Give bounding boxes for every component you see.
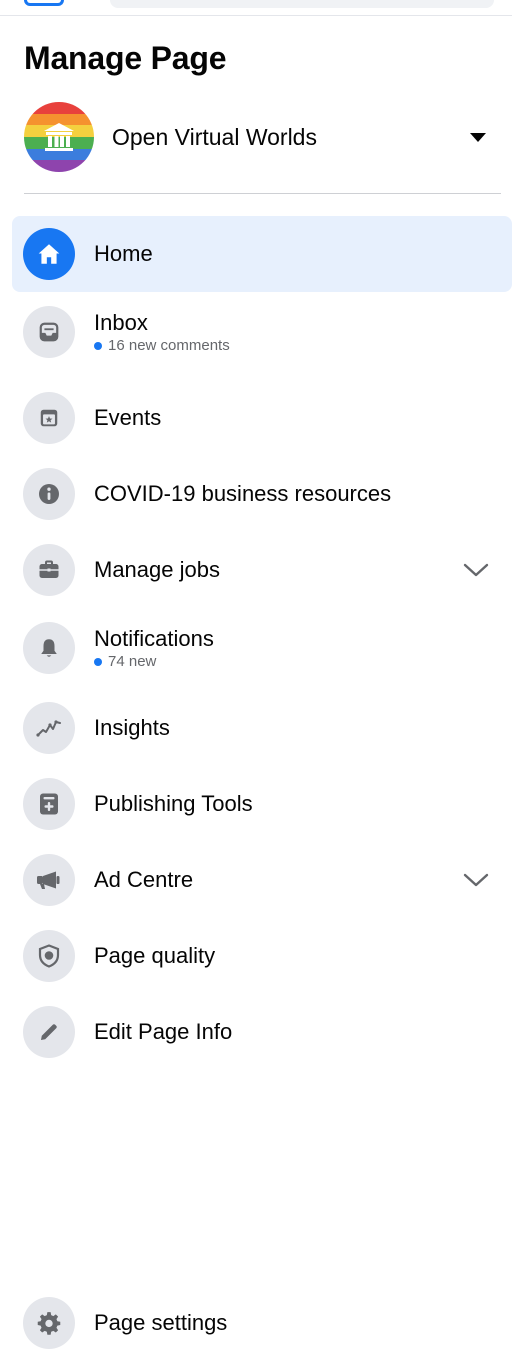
sidebar-item-label: Inbox [94, 310, 148, 335]
page-name: Open Virtual Worlds [112, 123, 317, 150]
sidebar-item-publishing-tools[interactable]: Publishing Tools [12, 766, 512, 842]
calendar-icon [23, 392, 75, 444]
info-icon [23, 468, 75, 520]
chart-icon [23, 702, 75, 754]
sidebar-item-manage-jobs[interactable]: Manage jobs [12, 532, 512, 608]
sidebar-item-home[interactable]: Home [12, 216, 512, 292]
logo-icon[interactable] [24, 0, 64, 6]
page-switcher[interactable]: Open Virtual Worlds [12, 96, 502, 178]
sidebar-item-label: Events [94, 405, 162, 430]
page-settings-item[interactable]: Page settings [12, 1285, 512, 1361]
sidebar-item-label: Edit Page Info [94, 1019, 233, 1044]
home-icon [23, 228, 75, 280]
sidebar-item-subtitle: 74 new [94, 653, 512, 671]
sidebar-item-insights[interactable]: Insights [12, 690, 512, 766]
building-icon [44, 123, 74, 151]
sidebar-item-label: Home [94, 241, 153, 266]
sidebar-item-label: Insights [94, 715, 170, 740]
page-settings-label: Page settings [94, 1310, 228, 1335]
inbox-icon [23, 306, 75, 358]
sidebar-item-label: COVID-19 business resources [94, 481, 392, 506]
shield-icon [23, 930, 75, 982]
sidebar-item-label: Publishing Tools [94, 791, 253, 816]
pencil-icon [23, 1006, 75, 1058]
chevron-down-icon[interactable] [462, 556, 490, 584]
sidebar-item-subtitle: 16 new comments [94, 337, 512, 355]
search-bar[interactable] [110, 0, 494, 8]
sidebar-item-label: Notifications [94, 626, 214, 651]
sidebar-item-covid-resources[interactable]: COVID-19 business resources [12, 456, 512, 532]
unread-dot [94, 342, 102, 350]
sidebar-item-label: Ad Centre [94, 867, 194, 892]
sidebar-item-events[interactable]: Events [12, 380, 512, 456]
unread-dot [94, 658, 102, 666]
gear-icon [23, 1297, 75, 1349]
megaphone-icon [23, 854, 75, 906]
bell-icon [23, 622, 75, 674]
publishing-icon [23, 778, 75, 830]
sidebar-item-label: Page quality [94, 943, 216, 968]
briefcase-icon [23, 544, 75, 596]
divider [24, 193, 501, 194]
sidebar-item-edit-page-info[interactable]: Edit Page Info [12, 994, 512, 1070]
sidebar-item-ad-centre[interactable]: Ad Centre [12, 842, 512, 918]
sidebar-item-label: Manage jobs [94, 557, 220, 582]
sidebar-item-page-quality[interactable]: Page quality [12, 918, 512, 994]
top-bar [0, 0, 512, 16]
sidebar-item-notifications[interactable]: Notifications 74 new [12, 610, 512, 686]
avatar [24, 102, 94, 172]
chevron-down-icon[interactable] [462, 866, 490, 894]
page-title: Manage Page [24, 40, 227, 76]
caret-down-icon[interactable] [470, 132, 486, 142]
sidebar-item-inbox[interactable]: Inbox 16 new comments [12, 294, 512, 370]
